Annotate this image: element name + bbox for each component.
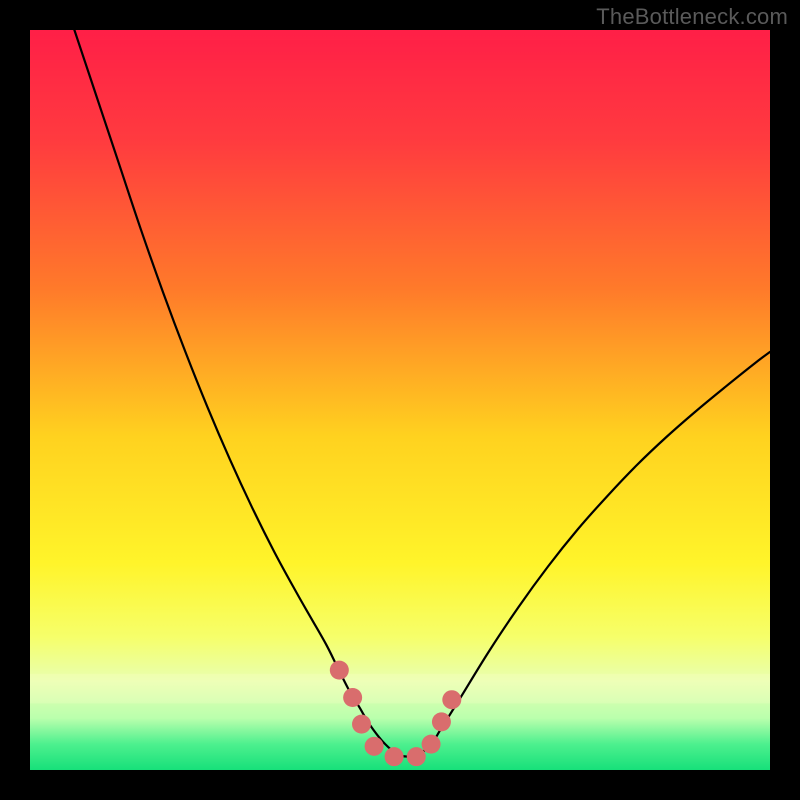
marker-dot — [432, 712, 451, 731]
marker-dot — [343, 688, 362, 707]
gradient-background — [30, 30, 770, 770]
marker-dot — [330, 661, 349, 680]
highlight-band — [30, 674, 770, 704]
marker-dot — [442, 690, 461, 709]
marker-dot — [407, 747, 426, 766]
plot-area — [30, 30, 770, 770]
chart-container: TheBottleneck.com — [0, 0, 800, 800]
marker-dot — [352, 715, 371, 734]
marker-dot — [365, 737, 384, 756]
marker-dot — [422, 735, 441, 754]
watermark-text: TheBottleneck.com — [596, 4, 788, 30]
marker-dot — [385, 747, 404, 766]
bottleneck-curve-chart — [30, 30, 770, 770]
